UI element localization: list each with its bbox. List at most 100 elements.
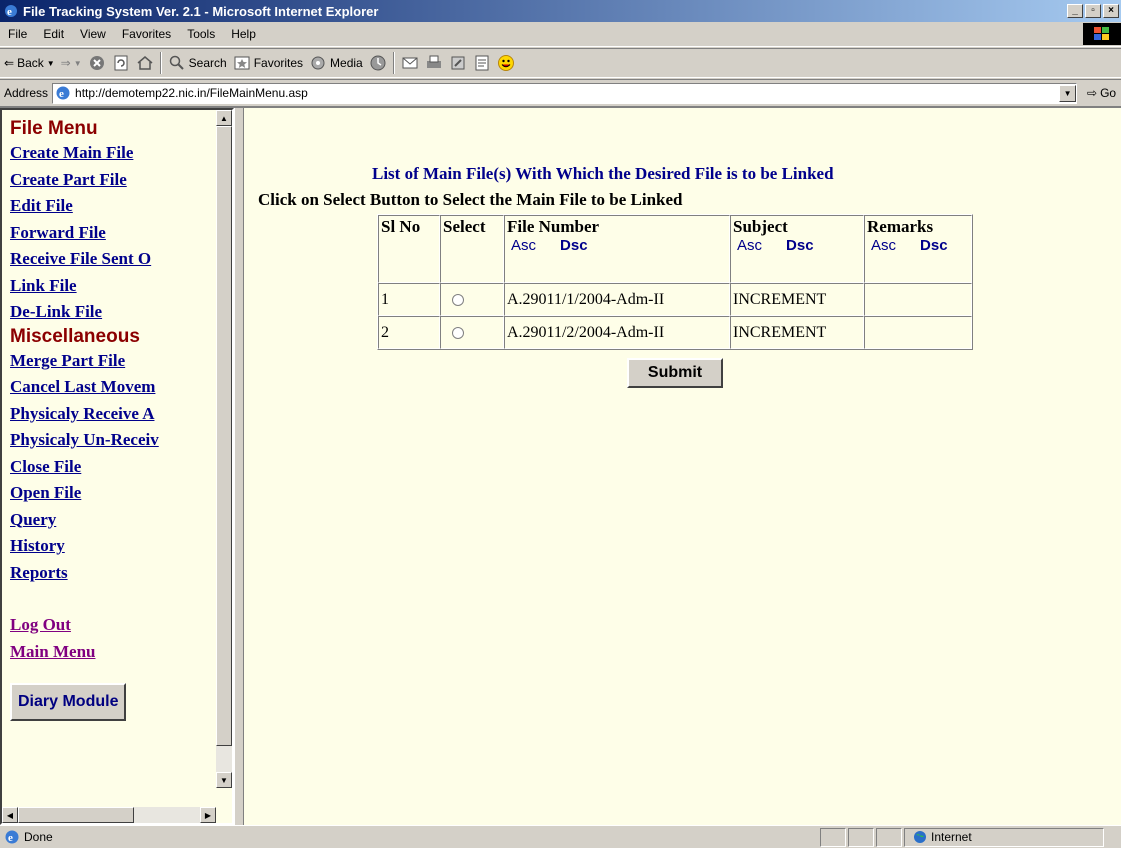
media-button[interactable]: Media [309, 54, 363, 72]
page-icon: e [56, 86, 70, 100]
svg-text:e: e [7, 6, 12, 18]
mail-icon[interactable] [401, 54, 419, 72]
nav-forward-file[interactable]: Forward File [10, 220, 216, 247]
menu-frame-content: File Menu Create Main File Create Part F… [2, 110, 216, 804]
col-sl-no: Sl No [378, 215, 440, 283]
nav-create-part-file[interactable]: Create Part File [10, 167, 216, 194]
scroll-thumb[interactable] [18, 807, 134, 823]
subject-sort-dsc[interactable]: Dsc [786, 237, 814, 254]
nav-close-file[interactable]: Close File [10, 454, 216, 481]
menu-file[interactable]: File [0, 27, 35, 41]
menu-tools[interactable]: Tools [179, 27, 223, 41]
discuss-icon[interactable] [473, 54, 491, 72]
close-button[interactable]: × [1103, 4, 1119, 18]
remarks-sort-asc[interactable]: Asc [871, 237, 896, 254]
col-remarks: Remarks Asc Dsc [864, 215, 972, 283]
nav-de-link-file[interactable]: De-Link File [10, 299, 216, 326]
security-zone: Internet [904, 827, 1104, 847]
stop-icon[interactable] [88, 54, 106, 72]
menu-view[interactable]: View [72, 27, 114, 41]
nav-open-file[interactable]: Open File [10, 480, 216, 507]
go-button[interactable]: ⇨ Go [1087, 86, 1116, 100]
home-icon[interactable] [136, 54, 154, 72]
svg-text:e: e [8, 832, 13, 844]
page-heading: List of Main File(s) With Which the Desi… [372, 164, 834, 183]
nav-query[interactable]: Query [10, 507, 216, 534]
diary-module-button[interactable]: Diary Module [10, 683, 127, 721]
cell-file-number: A.29011/2/2004-Adm-II [504, 316, 730, 349]
status-text: Done [24, 830, 53, 844]
file-number-sort-asc[interactable]: Asc [511, 237, 536, 254]
forward-button[interactable]: ⇒ ▼ [61, 56, 82, 70]
nav-log-out[interactable]: Log Out [10, 612, 216, 639]
table-header-row: Sl No Select File Number Asc Dsc Subject … [378, 215, 972, 283]
globe-icon [914, 831, 926, 843]
messenger-icon[interactable] [497, 54, 515, 72]
nav-history[interactable]: History [10, 533, 216, 560]
remarks-sort-dsc[interactable]: Dsc [920, 237, 948, 254]
windows-logo-icon [1083, 23, 1121, 45]
cell-remarks [864, 316, 972, 349]
scroll-up-arrow-icon[interactable]: ▲ [216, 110, 232, 126]
address-input[interactable]: e http://demotemp22.nic.in/FileMainMenu.… [52, 82, 1078, 104]
menu-frame-horizontal-scrollbar[interactable]: ◀ ▶ [2, 807, 216, 823]
favorites-button[interactable]: Favorites [233, 54, 303, 72]
address-bar: Address e http://demotemp22.nic.in/FileM… [0, 79, 1121, 106]
page-done-icon: e [5, 830, 19, 844]
nav-edit-file[interactable]: Edit File [10, 193, 216, 220]
media-icon [311, 56, 325, 70]
scroll-down-arrow-icon[interactable]: ▼ [216, 772, 232, 788]
back-button[interactable]: ⇐ Back ▼ [4, 56, 55, 70]
minimize-button[interactable]: _ [1067, 4, 1083, 18]
history-icon[interactable] [369, 54, 387, 72]
status-panel [848, 827, 874, 847]
nav-merge-part-file[interactable]: Merge Part File [10, 348, 216, 375]
search-icon [169, 55, 184, 70]
scroll-left-arrow-icon[interactable]: ◀ [2, 807, 18, 823]
maximize-button[interactable]: ▫ [1085, 4, 1101, 18]
print-icon[interactable] [425, 54, 443, 72]
menu-help[interactable]: Help [223, 27, 264, 41]
back-arrow-icon: ⇐ [4, 56, 15, 70]
browser-content: File Menu Create Main File Create Part F… [0, 106, 1121, 825]
main-files-table: Sl No Select File Number Asc Dsc Subject … [377, 214, 973, 350]
menu-bar: File Edit View Favorites Tools Help [0, 22, 1121, 47]
nav-link-file[interactable]: Link File [10, 273, 216, 300]
select-radio[interactable] [452, 293, 464, 306]
menu-favorites[interactable]: Favorites [114, 27, 179, 41]
nav-cancel-last-movement[interactable]: Cancel Last Movem [10, 374, 216, 401]
cell-sl-no: 2 [378, 316, 440, 349]
nav-main-menu[interactable]: Main Menu [10, 639, 216, 666]
nav-receive-file-sent[interactable]: Receive File Sent O [10, 246, 216, 273]
search-button[interactable]: Search [168, 54, 227, 72]
forward-arrow-icon: ⇒ [60, 56, 71, 70]
menu-frame-vertical-scrollbar[interactable]: ▲ ▼ [216, 110, 232, 788]
select-radio[interactable] [452, 326, 464, 339]
status-bar: e Done Internet [0, 825, 1121, 848]
main-frame: List of Main File(s) With Which the Desi… [244, 108, 1121, 825]
window-title-bar: e File Tracking System Ver. 2.1 - Micros… [0, 0, 1121, 22]
address-dropdown-button[interactable]: ▼ [1059, 84, 1077, 102]
cell-subject: INCREMENT [730, 283, 864, 316]
edit-page-icon[interactable] [449, 54, 467, 72]
nav-create-main-file[interactable]: Create Main File [10, 140, 216, 167]
frame-divider[interactable] [234, 108, 244, 825]
menu-frame: File Menu Create Main File Create Part F… [0, 108, 234, 825]
submit-button[interactable]: Submit [627, 358, 723, 388]
go-arrow-icon: ⇨ [1087, 86, 1098, 100]
nav-reports[interactable]: Reports [10, 560, 216, 587]
subject-sort-asc[interactable]: Asc [737, 237, 762, 254]
miscellaneous-heading: Miscellaneous [10, 325, 140, 347]
scroll-right-arrow-icon[interactable]: ▶ [200, 807, 216, 823]
nav-physically-receive[interactable]: Physicaly Receive A [10, 401, 216, 428]
refresh-icon[interactable] [112, 54, 130, 72]
menu-edit[interactable]: Edit [35, 27, 72, 41]
file-number-sort-dsc[interactable]: Dsc [560, 237, 588, 254]
scroll-thumb[interactable] [216, 126, 232, 746]
toolbar-separator [392, 52, 395, 74]
cell-select [440, 283, 504, 316]
col-file-number: File Number Asc Dsc [504, 215, 730, 283]
window-title: File Tracking System Ver. 2.1 - Microsof… [23, 3, 379, 19]
nav-physically-un-receive[interactable]: Physicaly Un-Receiv [10, 427, 216, 454]
table-row: 2 A.29011/2/2004-Adm-II INCREMENT [378, 316, 972, 349]
